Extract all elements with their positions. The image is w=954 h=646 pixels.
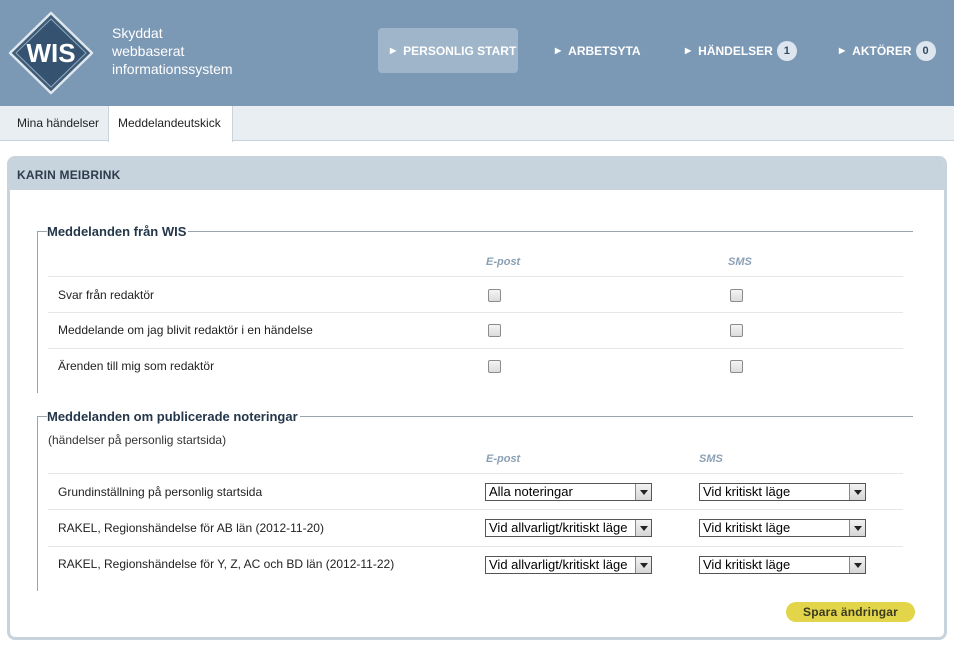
- column-header-email: E-post: [486, 256, 521, 268]
- nav-label: HÄNDELSER: [698, 43, 773, 58]
- tagline-line: informationssystem: [112, 61, 233, 77]
- select-value: Vid kritiskt läge: [703, 557, 791, 572]
- nav-label: AKTÖRER: [852, 43, 912, 58]
- tab-meddelandeutskick[interactable]: Meddelandeutskick: [108, 106, 233, 142]
- sms-checkbox[interactable]: [730, 360, 743, 373]
- nav-label: ARBETSYTA: [568, 43, 641, 58]
- row-divider: [48, 473, 903, 474]
- chevron-down-icon[interactable]: [849, 484, 865, 500]
- sms-frequency-select[interactable]: Vid kritiskt läge: [699, 483, 866, 501]
- row-label: Svar från redaktör: [58, 288, 155, 302]
- nav-arbetsyta[interactable]: ▶ ARBETSYTA: [555, 28, 641, 73]
- triangle-right-icon: ▶: [685, 46, 692, 55]
- fieldset-border: [37, 231, 38, 393]
- count-badge: 0: [915, 40, 936, 61]
- app-tagline: Skyddat webbaserat informationssystem: [112, 24, 233, 78]
- sms-checkbox[interactable]: [730, 289, 743, 302]
- fieldset-border: [37, 416, 38, 591]
- chevron-down-icon[interactable]: [635, 557, 651, 573]
- column-header-sms: SMS: [699, 453, 723, 465]
- section-legend: Meddelanden från WIS: [47, 224, 189, 239]
- section-legend: Meddelanden om publicerade noteringar: [47, 409, 300, 424]
- select-value: Vid allvarligt/kritiskt läge: [489, 520, 628, 535]
- tagline-line: webbaserat: [112, 43, 185, 59]
- sub-tabs: Mina händelser Meddelandeutskick: [0, 106, 954, 142]
- row-label: Grundinställning på personlig startsida: [58, 485, 263, 499]
- tab-mina-handelser[interactable]: Mina händelser: [8, 106, 108, 141]
- row-divider: [48, 546, 903, 547]
- row-label: Meddelande om jag blivit redaktör i en h…: [58, 323, 313, 337]
- email-frequency-select[interactable]: Alla noteringar: [485, 483, 652, 501]
- panel-header: KARIN MEIBRINK: [10, 159, 944, 190]
- select-value: Vid allvarligt/kritiskt läge: [489, 557, 628, 572]
- nav-handelser[interactable]: ▶ HÄNDELSER 1: [685, 28, 797, 73]
- triangle-right-icon: ▶: [839, 46, 846, 55]
- email-checkbox[interactable]: [488, 289, 501, 302]
- sms-frequency-select[interactable]: Vid kritiskt läge: [699, 519, 866, 537]
- nav-label: PERSONLIG START: [403, 43, 517, 58]
- app-header: WIS Skyddat webbaserat informationssyste…: [0, 0, 954, 106]
- chevron-down-icon[interactable]: [849, 557, 865, 573]
- panel-title: KARIN MEIBRINK: [17, 168, 121, 182]
- triangle-right-icon: ▶: [390, 46, 397, 55]
- row-divider: [48, 276, 903, 277]
- email-frequency-select[interactable]: Vid allvarligt/kritiskt läge: [485, 556, 652, 574]
- row-label: RAKEL, Regionshändelse för AB län (2012-…: [58, 521, 324, 535]
- email-frequency-select[interactable]: Vid allvarligt/kritiskt läge: [485, 519, 652, 537]
- chevron-down-icon[interactable]: [635, 520, 651, 536]
- logo-text: WIS: [26, 38, 75, 68]
- sms-frequency-select[interactable]: Vid kritiskt läge: [699, 556, 866, 574]
- wis-logo[interactable]: WIS: [8, 11, 94, 95]
- wis-logo-icon: WIS: [8, 11, 94, 95]
- row-divider: [48, 509, 903, 510]
- select-value: Vid kritiskt läge: [703, 484, 791, 499]
- nav-aktorer[interactable]: ▶ AKTÖRER 0: [839, 28, 936, 73]
- save-changes-button[interactable]: Spara ändringar: [786, 602, 915, 622]
- email-checkbox[interactable]: [488, 324, 501, 337]
- column-header-email: E-post: [486, 453, 521, 465]
- row-divider: [48, 312, 903, 313]
- count-badge: 1: [776, 40, 797, 61]
- email-checkbox[interactable]: [488, 360, 501, 373]
- select-value: Vid kritiskt läge: [703, 520, 791, 535]
- row-label: Ärenden till mig som redaktör: [58, 359, 215, 373]
- column-header-sms: SMS: [728, 256, 752, 268]
- chevron-down-icon[interactable]: [849, 520, 865, 536]
- nav-personlig-start[interactable]: ▶ PERSONLIG START: [378, 28, 518, 73]
- select-value: Alla noteringar: [489, 484, 573, 499]
- section-note: (händelser på personlig startsida): [48, 433, 227, 447]
- chevron-down-icon[interactable]: [635, 484, 651, 500]
- tagline-line: Skyddat: [112, 25, 163, 41]
- row-label: RAKEL, Regionshändelse för Y, Z, AC och …: [58, 557, 395, 571]
- row-divider: [48, 348, 903, 349]
- triangle-right-icon: ▶: [555, 46, 562, 55]
- sms-checkbox[interactable]: [730, 324, 743, 337]
